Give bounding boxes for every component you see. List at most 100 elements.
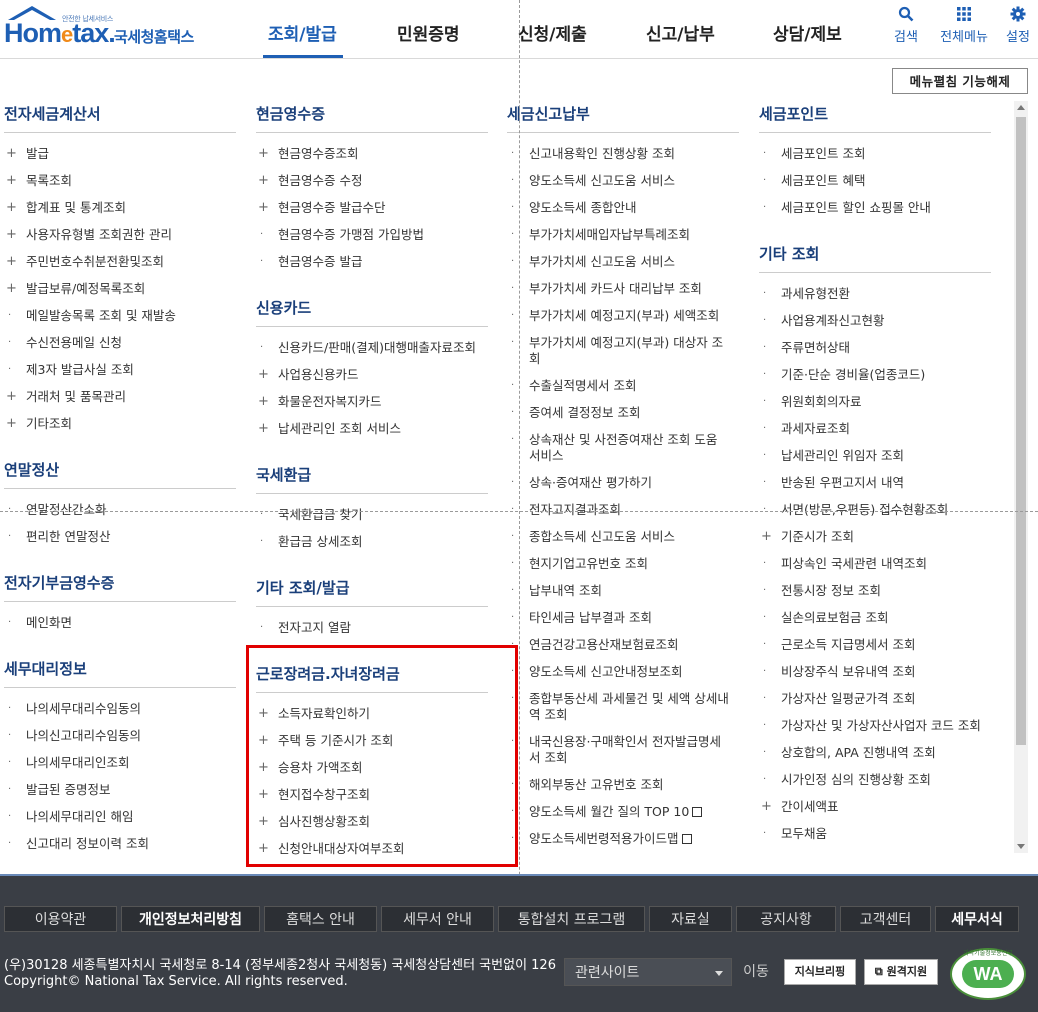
menu-item[interactable]: + 사용자유형별 조회권한 관리 xyxy=(4,222,236,249)
footer-nav-button[interactable]: 세무서식 xyxy=(935,906,1019,932)
menu-expand-toggle-button[interactable]: 메뉴펼침 기능해제 xyxy=(892,68,1028,94)
footer-nav-button[interactable]: 통합설치 프로그램 xyxy=(498,906,645,932)
menu-item[interactable]: · 종합부동산세 과세물건 및 세액 상세내역 조회 xyxy=(507,686,729,729)
menu-item[interactable]: · 위원회회의자료 xyxy=(759,389,991,416)
menu-item[interactable]: + 현금영수증 발급수단 xyxy=(256,195,488,222)
menu-item[interactable]: · 실손의료보험금 조회 xyxy=(759,605,991,632)
gnb-inquiry-issue[interactable]: 조회/발급 xyxy=(268,20,337,45)
menu-section-title[interactable]: 세무대리정보 xyxy=(4,651,236,688)
menu-item[interactable]: · 상호합의, APA 진행내역 조회 xyxy=(759,740,991,767)
menu-item[interactable]: · 모두채움 xyxy=(759,821,991,848)
menu-item[interactable]: · 세금포인트 할인 쇼핑몰 안내 xyxy=(759,195,991,222)
menu-item[interactable]: · 나의신고대리수임동의 xyxy=(4,723,236,750)
menu-item[interactable]: + 기타조회 xyxy=(4,411,236,438)
menu-item[interactable]: · 과세자료조회 xyxy=(759,416,991,443)
menu-item[interactable]: · 나의세무대리수임동의 xyxy=(4,696,236,723)
menu-item[interactable]: · 상속재산 및 사전증여재산 조회 도움 서비스 xyxy=(507,427,729,470)
menu-item[interactable]: · 전통시장 정보 조회 xyxy=(759,578,991,605)
footer-nav-button[interactable]: 자료실 xyxy=(649,906,732,932)
menu-item[interactable]: · 발급된 증명정보 xyxy=(4,777,236,804)
menu-item[interactable]: · 부가가치세매입자납부특례조회 xyxy=(507,222,729,249)
menu-item[interactable]: · 상속·증여재산 평가하기 xyxy=(507,470,729,497)
menu-item[interactable]: · 부가가치세 예정고지(부과) 대상자 조회 xyxy=(507,330,729,373)
menu-item[interactable]: · 현지기업고유번호 조회 xyxy=(507,551,729,578)
scrollbar-thumb[interactable] xyxy=(1016,117,1026,745)
menu-item[interactable]: · 증여세 결정정보 조회 xyxy=(507,400,729,427)
footer-nav-button[interactable]: 개인정보처리방침 xyxy=(121,906,260,932)
menu-item[interactable]: · 가상자산 및 가상자산사업자 코드 조회 xyxy=(759,713,991,740)
menu-item[interactable]: · 환급금 상세조회 xyxy=(256,529,488,556)
menu-item[interactable]: · 양도소득세 신고안내정보조회 xyxy=(507,659,729,686)
gnb-civil-certificate[interactable]: 민원증명 xyxy=(397,20,460,45)
menu-item[interactable]: + 현금영수증조회 xyxy=(256,141,488,168)
menu-item[interactable]: · 시가인정 심의 진행상황 조회 xyxy=(759,767,991,794)
knowledge-briefing-button[interactable]: 지식브리핑 xyxy=(784,959,856,985)
menu-item[interactable]: · 반송된 우편고지서 내역 xyxy=(759,470,991,497)
menu-item[interactable]: + 간이세액표 xyxy=(759,794,991,821)
menu-item[interactable]: · 과세유형전환 xyxy=(759,281,991,308)
menu-item[interactable]: · 국세환급금 찾기 xyxy=(256,502,488,529)
menu-item[interactable]: · 부가가치세 카드사 대리납부 조회 xyxy=(507,276,729,303)
related-site-select[interactable]: 관련사이트 xyxy=(564,958,732,986)
menu-item[interactable]: · 납세관리인 위임자 조회 xyxy=(759,443,991,470)
footer-nav-button[interactable]: 홈택스 안내 xyxy=(264,906,377,932)
all-menu-button[interactable]: 전체메뉴 xyxy=(934,6,994,45)
menu-item[interactable]: · 해외부동산 고유번호 조회 xyxy=(507,772,729,799)
menu-item[interactable]: · 전자고지 열람 xyxy=(256,615,488,642)
menu-section-title[interactable]: 세금포인트 xyxy=(759,96,991,133)
menu-item[interactable]: · 가상자산 일평균가격 조회 xyxy=(759,686,991,713)
menu-item[interactable]: · 수출실적명세서 조회 xyxy=(507,373,729,400)
menu-section-title[interactable]: 기타 조회/발급 xyxy=(256,570,488,607)
menu-item[interactable]: · 신용카드/판매(결제)대행매출자료조회 xyxy=(256,335,488,362)
menu-item[interactable]: · 나의세무대리인조회 xyxy=(4,750,236,777)
menu-item[interactable]: · 신고대리 정보이력 조회 xyxy=(4,831,236,858)
menu-item[interactable]: + 발급 xyxy=(4,141,236,168)
menu-item[interactable]: · 메일발송목록 조회 및 재발송 xyxy=(4,303,236,330)
search-button[interactable]: 검색 xyxy=(876,6,936,45)
vertical-scrollbar[interactable] xyxy=(1014,101,1028,853)
menu-item[interactable]: · 피상속인 국세관련 내역조회 xyxy=(759,551,991,578)
gnb-consult-report[interactable]: 상담/제보 xyxy=(773,20,842,45)
menu-item[interactable]: + 사업용신용카드 xyxy=(256,362,488,389)
footer-nav-button[interactable]: 공지사항 xyxy=(736,906,836,932)
gnb-apply-submit[interactable]: 신청/제출 xyxy=(518,20,587,45)
menu-item[interactable]: · 현금영수증 발급 xyxy=(256,249,488,276)
menu-item[interactable]: · 신고내용확인 진행상황 조회 xyxy=(507,141,729,168)
menu-item[interactable]: + 납세관리인 조회 서비스 xyxy=(256,416,488,443)
menu-item[interactable]: + 목록조회 xyxy=(4,168,236,195)
menu-item[interactable]: · 양도소득세 종합안내 xyxy=(507,195,729,222)
menu-item[interactable]: · 세금포인트 혜택 xyxy=(759,168,991,195)
menu-item[interactable]: · 주류면허상태 xyxy=(759,335,991,362)
menu-item[interactable]: · 종합소득세 신고도움 서비스 xyxy=(507,524,729,551)
menu-item[interactable]: · 양도소득세 신고도움 서비스 xyxy=(507,168,729,195)
menu-item[interactable]: · 현금영수증 가맹점 가입방법 xyxy=(256,222,488,249)
menu-item[interactable]: · 메인화면 xyxy=(4,610,236,637)
menu-item[interactable]: · 부가가치세 예정고지(부과) 세액조회 xyxy=(507,303,729,330)
menu-item[interactable]: + 현금영수증 수정 xyxy=(256,168,488,195)
menu-item[interactable]: · 근로소득 지급명세서 조회 xyxy=(759,632,991,659)
footer-nav-button[interactable]: 고객센터 xyxy=(840,906,931,932)
menu-item[interactable]: + 발급보류/예정목록조회 xyxy=(4,276,236,303)
menu-item[interactable]: + 거래처 및 품목관리 xyxy=(4,384,236,411)
menu-item[interactable]: · 납부내역 조회 xyxy=(507,578,729,605)
menu-item[interactable]: · 연금건강고용산재보험료조회 xyxy=(507,632,729,659)
menu-item[interactable]: · 양도소득세 월간 질의 TOP 10 xyxy=(507,799,729,826)
footer-nav-button[interactable]: 이용약관 xyxy=(4,906,117,932)
footer-nav-button[interactable]: 세무서 안내 xyxy=(381,906,494,932)
move-button[interactable]: 이동 xyxy=(736,958,776,986)
menu-item[interactable]: · 세금포인트 조회 xyxy=(759,141,991,168)
menu-item[interactable]: · 제3자 발급사실 조회 xyxy=(4,357,236,384)
hometax-logo[interactable]: 안전한 납세서비스 Hometax. 국세청홈택스 xyxy=(4,6,204,52)
menu-item[interactable]: + 주민번호수취분전환및조회 xyxy=(4,249,236,276)
menu-item[interactable]: · 편리한 연말정산 xyxy=(4,524,236,551)
menu-section-title[interactable]: 전자세금계산서 xyxy=(4,96,236,133)
scroll-down-arrow-icon[interactable] xyxy=(1017,844,1025,849)
menu-item[interactable]: · 나의세무대리인 해임 xyxy=(4,804,236,831)
menu-item[interactable]: + 합계표 및 통계조회 xyxy=(4,195,236,222)
menu-section-title[interactable]: 신용카드 xyxy=(256,290,488,327)
menu-item[interactable]: · 수신전용메일 신청 xyxy=(4,330,236,357)
menu-section-title[interactable]: 전자기부금영수증 xyxy=(4,565,236,602)
menu-item[interactable]: · 기준·단순 경비율(업종코드) xyxy=(759,362,991,389)
menu-item[interactable]: · 양도소득세번령적용가이드맵 xyxy=(507,826,729,853)
settings-button[interactable]: 설정 xyxy=(988,6,1038,45)
